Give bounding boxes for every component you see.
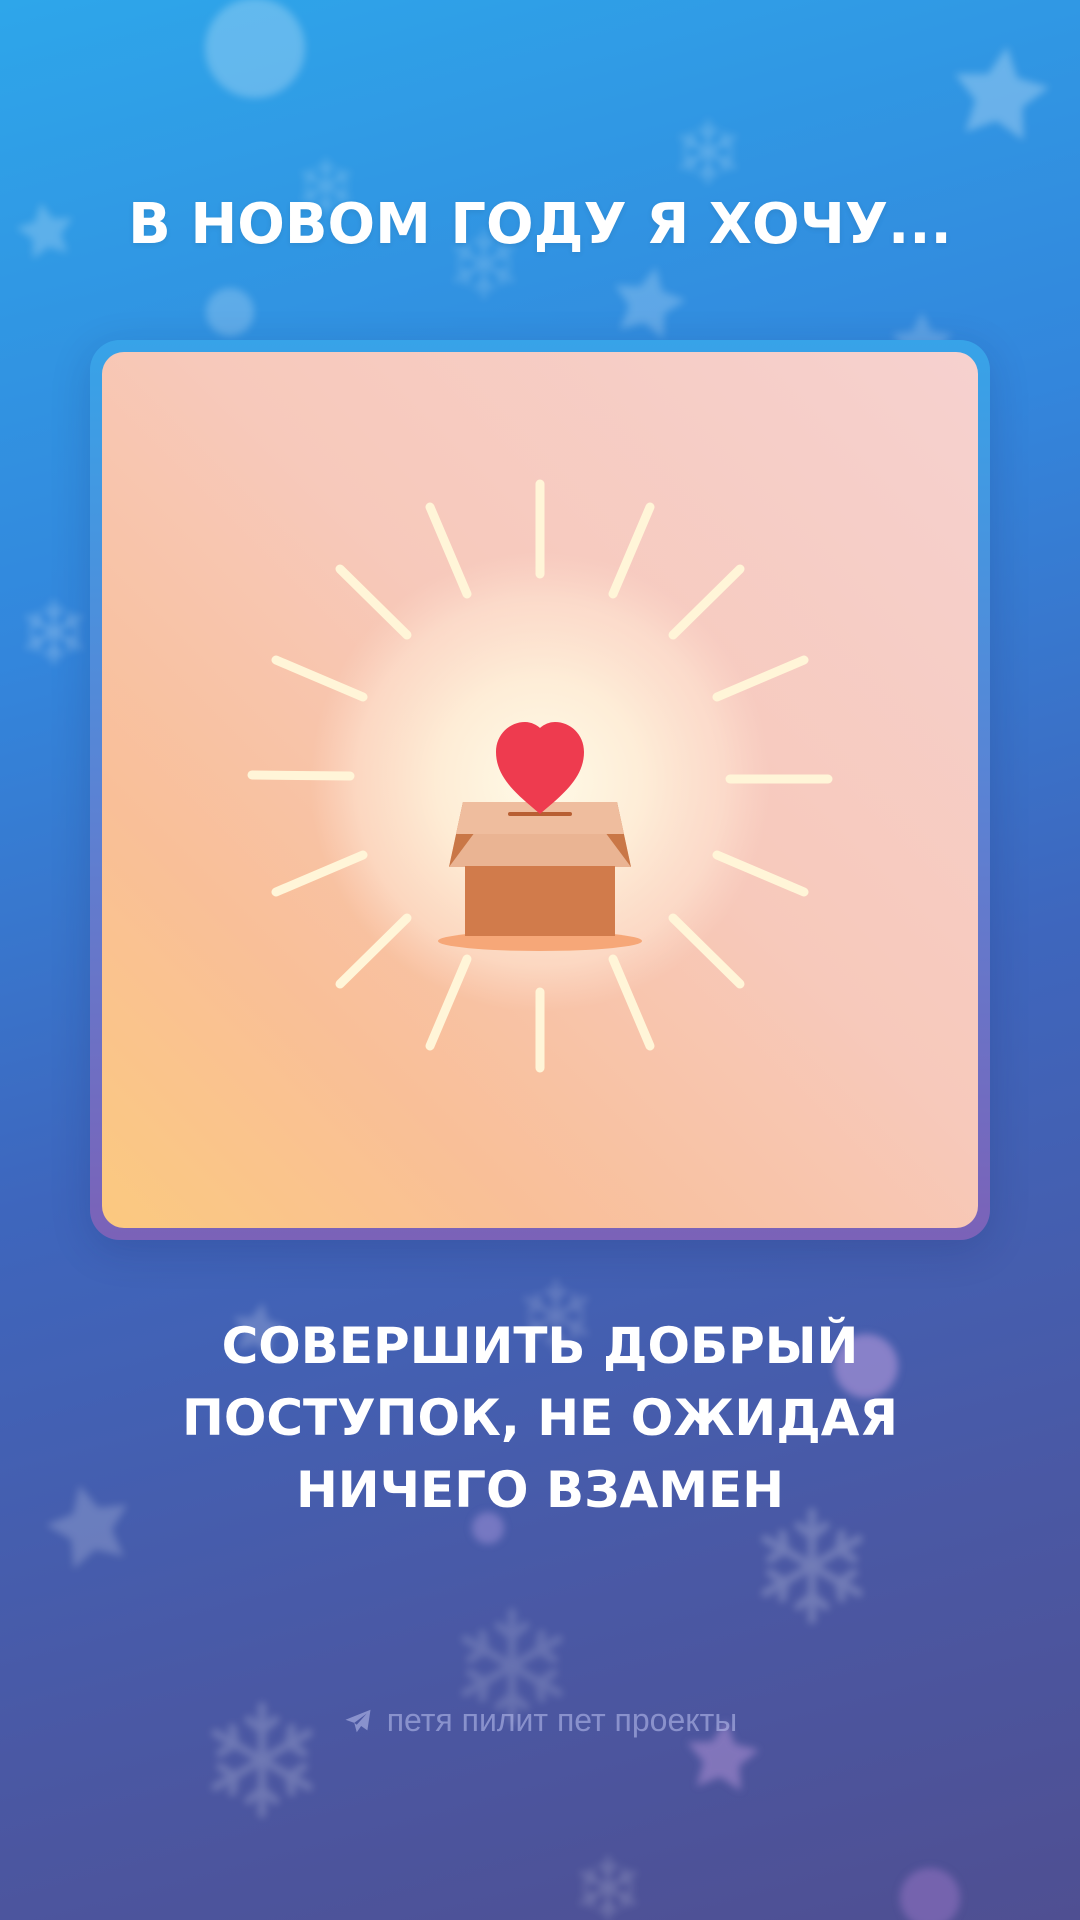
wish-card xyxy=(102,352,978,1228)
page-title: В НОВОМ ГОДУ Я ХОЧУ... xyxy=(128,192,952,257)
channel-credit-text: петя пилит пет проекты xyxy=(386,1702,738,1738)
wish-text-line-2: ПОСТУПОК, НЕ ОЖИДАЯ xyxy=(181,1389,898,1447)
donation-box-heart-icon xyxy=(247,479,833,1073)
wish-text-line-3: НИЧЕГО ВЗАМЕН xyxy=(295,1461,785,1519)
wish-text-line-1: СОВЕРШИТЬ ДОБРЫЙ xyxy=(221,1317,859,1375)
wish-text: СОВЕРШИТЬ ДОБРЫЙ ПОСТУПОК, НЕ ОЖИДАЯ НИЧ… xyxy=(0,1310,1080,1526)
channel-credit[interactable]: петя пилит пет проекты xyxy=(0,1702,1080,1739)
telegram-plane-icon xyxy=(345,1709,371,1732)
